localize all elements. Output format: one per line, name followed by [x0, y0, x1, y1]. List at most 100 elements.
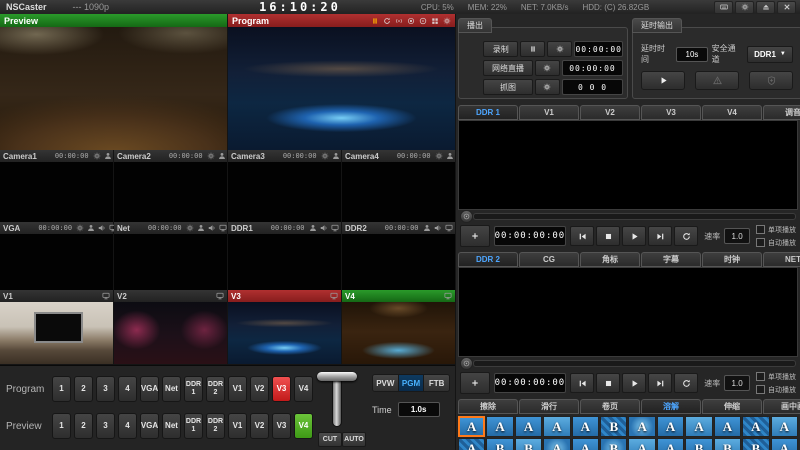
- ftb-mode-button[interactable]: FTB: [424, 375, 449, 391]
- delay-time-input[interactable]: 10s: [676, 47, 707, 62]
- close-button[interactable]: [777, 1, 796, 14]
- program-bus-v3[interactable]: V3: [272, 376, 291, 402]
- video-thumbnail[interactable]: [228, 302, 341, 364]
- transitions-tab-画中画[interactable]: 画中画: [763, 399, 800, 414]
- ddr1-tab-调音[interactable]: 调音: [763, 105, 800, 120]
- ddr2-seek-knob[interactable]: [460, 357, 473, 370]
- program-bus-ddr2[interactable]: DDR2: [206, 376, 225, 402]
- preview-bus-net[interactable]: Net: [162, 413, 181, 439]
- transition-effect-tile-18[interactable]: B: [600, 438, 627, 450]
- ddr2-play-button[interactable]: [622, 373, 646, 393]
- preview-bus-2[interactable]: 2: [74, 413, 93, 439]
- transition-effect-tile-13[interactable]: A: [458, 438, 485, 450]
- transition-effect-tile-2[interactable]: A: [486, 416, 513, 437]
- grid-icon[interactable]: [431, 17, 439, 25]
- video-thumbnail[interactable]: [114, 234, 227, 290]
- transition-effect-tile-14[interactable]: B: [486, 438, 513, 450]
- transition-effect-tile-15[interactable]: B: [515, 438, 542, 450]
- signal-icon[interactable]: [395, 17, 403, 25]
- transition-effect-tile-12[interactable]: A: [771, 416, 798, 437]
- ddr2-seekbar[interactable]: [460, 358, 796, 368]
- transition-effect-tile-7[interactable]: A: [628, 416, 655, 437]
- program-bus-1[interactable]: 1: [52, 376, 71, 402]
- ddr2-prev-button[interactable]: [570, 373, 594, 393]
- ddr2-single-play-checkbox[interactable]: 单项播放: [756, 372, 796, 382]
- ddr2-tab-时钟[interactable]: 时钟: [702, 252, 762, 267]
- transitions-tab-擦除[interactable]: 擦除: [458, 399, 518, 414]
- record-settings-button[interactable]: [547, 41, 572, 57]
- delay-play-button[interactable]: [641, 71, 685, 90]
- transitions-tab-滑行[interactable]: 滑行: [519, 399, 579, 414]
- transition-effect-tile-4[interactable]: A: [543, 416, 570, 437]
- program-bus-2[interactable]: 2: [74, 376, 93, 402]
- ddr1-auto-play-checkbox[interactable]: 自动播放: [756, 238, 796, 248]
- record-icon[interactable]: [407, 17, 415, 25]
- record-pause-button[interactable]: [520, 41, 545, 57]
- settings-button[interactable]: [735, 1, 754, 14]
- ddr1-add-button[interactable]: [460, 225, 490, 247]
- ddr1-single-play-checkbox[interactable]: 单项播放: [756, 225, 796, 235]
- ddr2-stop-button[interactable]: [596, 373, 620, 393]
- video-thumbnail[interactable]: [342, 234, 455, 290]
- program-bus-vga[interactable]: VGA: [140, 376, 159, 402]
- record-button[interactable]: 录制: [483, 41, 518, 57]
- preview-bus-v2[interactable]: V2: [250, 413, 269, 439]
- preview-bus-ddr1[interactable]: DDR1: [184, 413, 203, 439]
- ddr1-stop-button[interactable]: [596, 226, 620, 246]
- ddr2-seek-track[interactable]: [473, 360, 796, 367]
- snapshot-settings-button[interactable]: [535, 79, 560, 95]
- transition-effect-tile-11[interactable]: A: [742, 416, 769, 437]
- ddr2-tab-ddr2[interactable]: DDR 2: [458, 252, 518, 267]
- auto-button[interactable]: AUTO: [342, 432, 366, 447]
- stream-button[interactable]: 网络直播: [483, 60, 533, 76]
- ddr2-add-button[interactable]: [460, 372, 490, 394]
- t-bar-handle[interactable]: [317, 372, 357, 381]
- ddr1-tab-ddr1[interactable]: DDR 1: [458, 105, 518, 120]
- pgm-mode-button[interactable]: PGM: [399, 375, 425, 391]
- program-bus-net[interactable]: Net: [162, 376, 181, 402]
- pvw-mode-button[interactable]: PVW: [373, 375, 399, 391]
- transition-effect-tile-20[interactable]: A: [657, 438, 684, 450]
- ddr1-loop-button[interactable]: [674, 226, 698, 246]
- preview-video[interactable]: [0, 27, 227, 150]
- preview-bus-3[interactable]: 3: [96, 413, 115, 439]
- transition-effect-tile-10[interactable]: A: [714, 416, 741, 437]
- video-thumbnail[interactable]: [114, 302, 227, 364]
- delay-output-tab[interactable]: 延时输出: [632, 18, 682, 33]
- transition-effect-tile-19[interactable]: A: [628, 438, 655, 450]
- delay-safe-button[interactable]: [749, 71, 793, 90]
- video-thumbnail[interactable]: [342, 162, 455, 222]
- snapshot-button[interactable]: 抓图: [483, 79, 533, 95]
- ddr1-media-list[interactable]: [458, 120, 798, 210]
- transition-effect-tile-8[interactable]: A: [657, 416, 684, 437]
- gear-icon[interactable]: [443, 17, 451, 25]
- transition-effect-tile-9[interactable]: A: [685, 416, 712, 437]
- preview-bus-vga[interactable]: VGA: [140, 413, 159, 439]
- transition-effect-tile-17[interactable]: A: [572, 438, 599, 450]
- program-bus-ddr1[interactable]: DDR1: [184, 376, 203, 402]
- program-bus-4[interactable]: 4: [118, 376, 137, 402]
- ddr1-tab-v1[interactable]: V1: [519, 105, 579, 120]
- transitions-tab-卷页[interactable]: 卷页: [580, 399, 640, 414]
- broadcast-tab[interactable]: 播出: [458, 18, 492, 33]
- transition-effect-tile-3[interactable]: A: [515, 416, 542, 437]
- preview-bus-v3[interactable]: V3: [272, 413, 291, 439]
- cut-button[interactable]: CUT: [318, 432, 342, 447]
- transition-effect-tile-22[interactable]: B: [714, 438, 741, 450]
- pause-icon[interactable]: [371, 17, 379, 25]
- ddr1-tab-v2[interactable]: V2: [580, 105, 640, 120]
- ddr1-next-button[interactable]: [648, 226, 672, 246]
- transition-effect-tile-1[interactable]: A: [458, 416, 485, 437]
- transition-effect-tile-6[interactable]: B: [600, 416, 627, 437]
- transition-effect-tile-23[interactable]: B: [742, 438, 769, 450]
- transitions-tab-伸缩[interactable]: 伸缩: [702, 399, 762, 414]
- ddr2-tab-字幕[interactable]: 字幕: [641, 252, 701, 267]
- ddr2-tab-cg[interactable]: CG: [519, 252, 579, 267]
- video-thumbnail[interactable]: [0, 302, 113, 364]
- keyboard-button[interactable]: [714, 1, 733, 14]
- t-bar[interactable]: [330, 372, 344, 428]
- ddr1-seek-track[interactable]: [473, 213, 796, 220]
- transition-effect-tile-5[interactable]: A: [572, 416, 599, 437]
- safe-channel-select[interactable]: DDR1 ▼: [747, 46, 793, 63]
- transitions-tab-溶解[interactable]: 溶解: [641, 399, 701, 414]
